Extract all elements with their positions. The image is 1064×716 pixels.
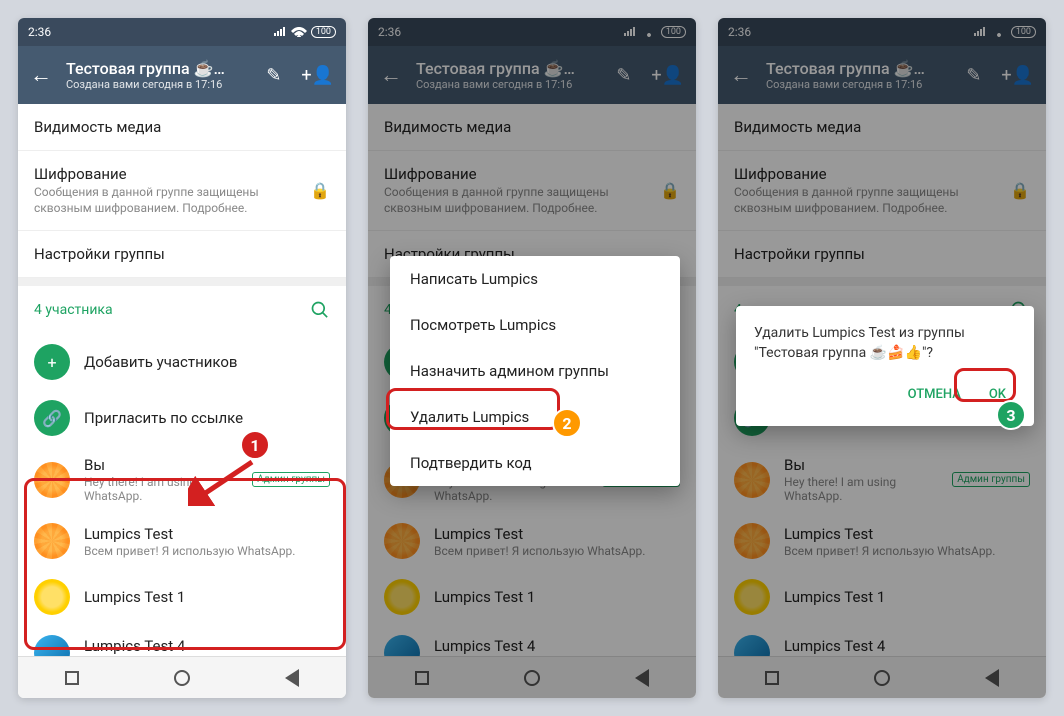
- edit-icon[interactable]: ✎: [266, 65, 281, 86]
- lock-icon: 🔒: [310, 181, 330, 200]
- participants-header: 4 участника: [18, 286, 346, 334]
- menu-write[interactable]: Написать Lumpics: [390, 256, 680, 302]
- statusbar: 2:36 100: [18, 18, 346, 46]
- avatar: [34, 523, 70, 559]
- menu-verify[interactable]: Подтвердить код: [390, 440, 680, 486]
- header-text: Тестовая группа ☕… Создана вами сегодня …: [66, 59, 266, 91]
- arrow-icon: [188, 456, 260, 506]
- cancel-button[interactable]: ОТМЕНА: [898, 381, 971, 408]
- confirm-text: Удалить Lumpics Test из группы "Тестовая…: [754, 324, 1016, 363]
- back-icon[interactable]: ←: [30, 62, 52, 88]
- member-2[interactable]: Lumpics Test 1: [18, 569, 346, 625]
- badge-2: 2: [552, 408, 582, 438]
- avatar: [34, 579, 70, 615]
- encryption[interactable]: Шифрование Сообщения в данной группе защ…: [18, 151, 346, 231]
- nav-home[interactable]: [174, 670, 190, 686]
- header: ← Тестовая группа ☕… Создана вами сегодн…: [18, 46, 346, 104]
- group-subtitle: Создана вами сегодня в 17:16: [66, 78, 266, 91]
- menu-view[interactable]: Посмотреть Lumpics: [390, 302, 680, 348]
- battery-icon: 100: [311, 26, 336, 38]
- member-1[interactable]: Lumpics Test Всем привет! Я использую Wh…: [18, 513, 346, 569]
- invite-link[interactable]: 🔗 Пригласить по ссылке: [18, 390, 346, 446]
- confirm-dialog: Удалить Lumpics Test из группы "Тестовая…: [736, 306, 1034, 426]
- search-icon[interactable]: [310, 300, 330, 320]
- nav-back[interactable]: [285, 669, 299, 687]
- media-visibility[interactable]: Видимость медиа: [18, 104, 346, 151]
- phone-2: 2:36 100 ← Тестовая группа ☕… Создана ва…: [368, 18, 696, 698]
- avatar: [34, 462, 70, 498]
- menu-remove[interactable]: Удалить Lumpics: [390, 394, 680, 440]
- group-title: Тестовая группа ☕…: [66, 59, 266, 78]
- member-you[interactable]: Вы Hey there! I am using WhatsApp. Админ…: [18, 446, 346, 513]
- plus-icon: +: [34, 344, 70, 380]
- badge-3: 3: [996, 400, 1026, 430]
- phone-1: 2:36 100 ← Тестовая группа ☕… Создана ва…: [18, 18, 346, 698]
- add-member-icon[interactable]: +👤: [301, 65, 334, 86]
- admin-badge: Админ группы: [252, 472, 330, 487]
- status-icons: 100: [273, 26, 336, 38]
- add-participants[interactable]: + Добавить участников: [18, 334, 346, 390]
- nav-recent[interactable]: [65, 671, 79, 685]
- context-menu: Написать Lumpics Посмотреть Lumpics Назн…: [390, 256, 680, 486]
- phone-3: 2:36 100 ← Тестовая группа ☕…Создана вам…: [718, 18, 1046, 698]
- time: 2:36: [28, 25, 51, 39]
- link-icon: 🔗: [34, 400, 70, 436]
- navbar: [18, 656, 346, 698]
- menu-make-admin[interactable]: Назначить админом группы: [390, 348, 680, 394]
- group-settings[interactable]: Настройки группы: [18, 231, 346, 278]
